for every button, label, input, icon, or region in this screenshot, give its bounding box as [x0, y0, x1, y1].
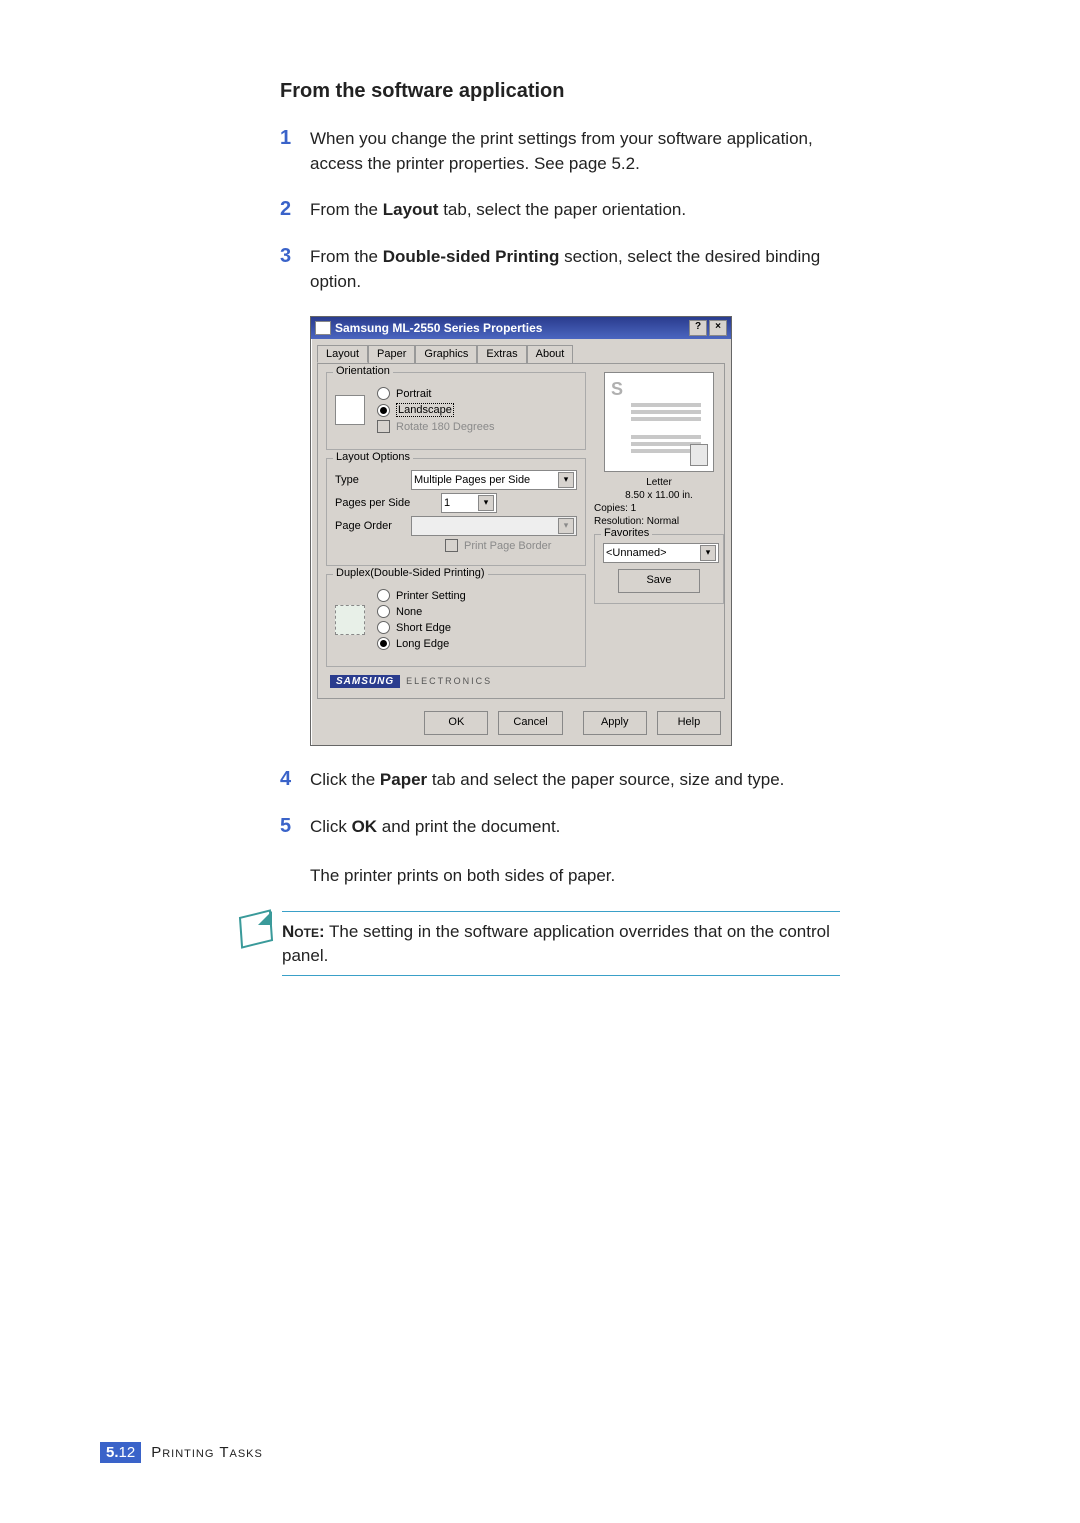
dialog-title: Samsung ML-2550 Series Properties [335, 321, 542, 335]
radio-printer-setting[interactable]: Printer Setting [377, 589, 466, 602]
radio-icon [377, 605, 390, 618]
tab-graphics[interactable]: Graphics [415, 345, 477, 363]
tab-extras[interactable]: Extras [477, 345, 526, 363]
save-button[interactable]: Save [618, 569, 700, 593]
step-number: 1 [280, 127, 310, 149]
dialog-right-column: S Letter 8.50 x 11.00 in. Copies: 1 Re [594, 372, 724, 690]
close-button[interactable]: × [709, 320, 727, 336]
printer-properties-dialog: Samsung ML-2550 Series Properties ? × La… [310, 316, 732, 746]
checkbox-icon [377, 420, 390, 433]
step-number: 4 [280, 768, 310, 790]
favorites-group: Favorites <Unnamed> ▾ Save [594, 534, 724, 604]
step-2: 2 From the Layout tab, select the paper … [280, 198, 840, 223]
preview-thumb-icon [690, 444, 708, 466]
note-block: Note: The setting in the software applic… [240, 911, 840, 977]
step-body: Click OK and print the document. The pri… [310, 815, 615, 889]
chevron-down-icon: ▾ [558, 472, 574, 488]
check-rotate-180[interactable]: Rotate 180 Degrees [377, 420, 494, 433]
type-combo[interactable]: Multiple Pages per Side ▾ [411, 470, 577, 490]
chevron-down-icon: ▾ [558, 518, 574, 534]
step-number: 5 [280, 815, 310, 837]
page-number-badge: 5.12 [100, 1442, 141, 1463]
dialog-button-row: OK Cancel Apply Help [311, 705, 731, 745]
ok-button[interactable]: OK [424, 711, 488, 735]
step-body: From the Double-sided Printing section, … [310, 245, 840, 294]
preview-s-icon: S [611, 379, 623, 399]
help-button[interactable]: ? [689, 320, 707, 336]
step-1: 1 When you change the print settings fro… [280, 127, 840, 176]
brand-subtext: ELECTRONICS [406, 676, 492, 686]
layout-options-group: Layout Options Type Multiple Pages per S… [326, 458, 586, 566]
radio-icon [377, 589, 390, 602]
duplex-legend: Duplex(Double-Sided Printing) [333, 567, 488, 579]
samsung-logo: SAMSUNG [330, 675, 400, 688]
tab-about[interactable]: About [527, 345, 574, 363]
note-icon [240, 911, 272, 943]
brand-row: SAMSUNG ELECTRONICS [330, 675, 586, 688]
chevron-down-icon: ▾ [700, 545, 716, 561]
favorites-legend: Favorites [601, 527, 652, 539]
chevron-down-icon: ▾ [478, 495, 494, 511]
orientation-group: Orientation Portrait [326, 372, 586, 450]
orientation-legend: Orientation [333, 365, 393, 377]
steps-list: 1 When you change the print settings fro… [280, 127, 840, 889]
orientation-icon [335, 395, 365, 425]
page: From the software application 1 When you… [0, 0, 1080, 1523]
printer-icon [315, 321, 331, 335]
step-5: 5 Click OK and print the document. The p… [280, 815, 840, 889]
step-4: 4 Click the Paper tab and select the pap… [280, 768, 840, 793]
content-column: From the software application 1 When you… [280, 80, 840, 976]
checkbox-icon [445, 539, 458, 552]
apply-button[interactable]: Apply [583, 711, 647, 735]
chapter-title: Printing Tasks [151, 1444, 263, 1461]
duplex-group: Duplex(Double-Sided Printing) Printer Se… [326, 574, 586, 667]
step-number: 3 [280, 245, 310, 267]
page-footer: 5.12 Printing Tasks [100, 1442, 263, 1463]
layout-options-legend: Layout Options [333, 451, 413, 463]
radio-icon [377, 404, 390, 417]
dialog-panel: Orientation Portrait [317, 363, 725, 699]
page-order-label: Page Order [335, 520, 405, 532]
radio-none[interactable]: None [377, 605, 466, 618]
note-text: Note: The setting in the software applic… [282, 911, 840, 977]
step-number: 2 [280, 198, 310, 220]
radio-icon [377, 387, 390, 400]
cancel-button[interactable]: Cancel [498, 711, 562, 735]
radio-landscape[interactable]: Landscape [377, 403, 494, 417]
favorites-combo[interactable]: <Unnamed> ▾ [603, 543, 719, 563]
radio-short-edge[interactable]: Short Edge [377, 621, 466, 634]
pages-per-side-spin[interactable]: 1 ▾ [441, 493, 497, 513]
step-body: From the Layout tab, select the paper or… [310, 198, 686, 223]
dialog-left-column: Orientation Portrait [326, 372, 586, 690]
pages-per-side-label: Pages per Side [335, 497, 435, 509]
step-body: When you change the print settings from … [310, 127, 840, 176]
section-heading: From the software application [280, 80, 840, 103]
radio-portrait[interactable]: Portrait [377, 387, 494, 400]
type-label: Type [335, 474, 405, 486]
print-page-border-check: Print Page Border [445, 539, 577, 552]
duplex-icon [335, 605, 365, 635]
page-order-combo: ▾ [411, 516, 577, 536]
tab-layout[interactable]: Layout [317, 345, 368, 363]
radio-long-edge[interactable]: Long Edge [377, 637, 466, 650]
dialog-tabs: Layout Paper Graphics Extras About [311, 339, 731, 363]
step-3: 3 From the Double-sided Printing section… [280, 245, 840, 294]
radio-icon [377, 637, 390, 650]
step-body: Click the Paper tab and select the paper… [310, 768, 784, 793]
step-3-figure: Samsung ML-2550 Series Properties ? × La… [280, 316, 840, 746]
help-button[interactable]: Help [657, 711, 721, 735]
tab-paper[interactable]: Paper [368, 345, 415, 363]
preview-meta: Letter 8.50 x 11.00 in. Copies: 1 Resolu… [594, 476, 724, 528]
dialog-titlebar: Samsung ML-2550 Series Properties ? × [311, 317, 731, 339]
radio-icon [377, 621, 390, 634]
preview-pane: S [604, 372, 714, 472]
